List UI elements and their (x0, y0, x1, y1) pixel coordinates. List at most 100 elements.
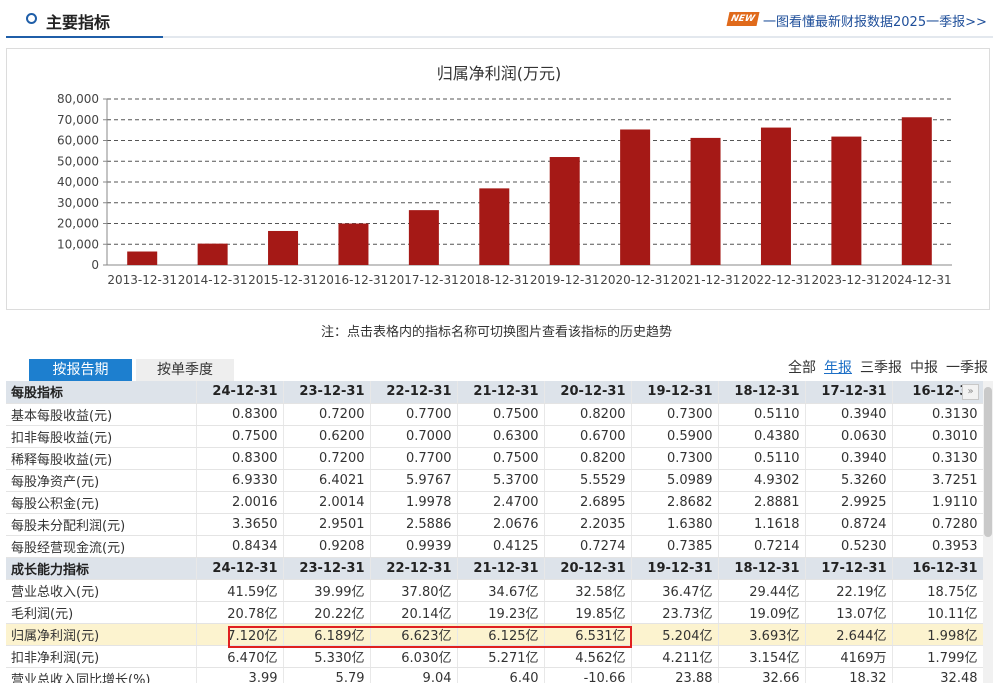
table-cell: 32.48 (892, 667, 984, 683)
table-cell: 2.2035 (544, 513, 632, 536)
table-cell: 3.3650 (196, 513, 284, 536)
indicator-name-link[interactable]: 营业总收入同比增长(%) (6, 667, 197, 683)
indicator-name-link[interactable]: 每股经营现金流(元) (6, 535, 197, 558)
table-cell: 5.3260 (805, 469, 893, 492)
y-tick-label: 20,000 (57, 217, 99, 231)
table-cell: 5.330亿 (283, 645, 371, 668)
table-cell: 2.0676 (457, 513, 545, 536)
y-tick-label: 60,000 (57, 134, 99, 148)
table-row: 每股净资产(元) 6.9330 6.4021 5.9767 5.3700 5.5529 5.… (6, 469, 984, 492)
report-summary-link[interactable]: 一图看懂最新财报数据2025一季报>> (763, 11, 987, 30)
table-cell: 0.8200 (544, 447, 632, 470)
bar (760, 127, 791, 265)
period-filter-item[interactable]: 年报 (824, 360, 852, 376)
indicator-name-link[interactable]: 毛利润(元) (6, 601, 197, 624)
indicator-name-link[interactable]: 扣非每股收益(元) (6, 425, 197, 448)
table-row: 每股未分配利润(元) 3.3650 2.9501 2.5886 2.0676 2.2035… (6, 513, 984, 536)
tab-by-single-quarter[interactable]: 按单季度 (136, 359, 234, 381)
table-cell: 29.44亿 (718, 579, 806, 602)
table-cell: 0.7500 (196, 425, 284, 448)
table-cell: 1.799亿 (892, 645, 984, 668)
chart-title: 归属净利润(万元) (437, 64, 562, 83)
vertical-scrollbar[interactable] (983, 381, 993, 683)
tab-by-report-period[interactable]: 按报告期 (29, 359, 132, 381)
column-header-date: 21-12-31 (457, 381, 545, 404)
table-cell: 4.9302 (718, 469, 806, 492)
table-cell: 0.4380 (718, 425, 806, 448)
x-tick-label: 2017-12-31 (389, 273, 459, 287)
column-header-date: 17-12-31 (805, 381, 893, 404)
table-cell: 0.3940 (805, 403, 893, 426)
indicator-name-link[interactable]: 基本每股收益(元) (6, 403, 197, 426)
table-cell: 0.6700 (544, 425, 632, 448)
period-filter-item[interactable]: 中报 (910, 360, 938, 376)
period-filter-item[interactable]: 一季报 (946, 360, 988, 376)
table-cell: 36.47亿 (631, 579, 719, 602)
indicator-name-link[interactable]: 稀释每股收益(元) (6, 447, 197, 470)
table-cell: 0.8434 (196, 535, 284, 558)
indicator-name-link[interactable]: 每股净资产(元) (6, 469, 197, 492)
table-cell: 0.8300 (196, 447, 284, 470)
x-tick-label: 2016-12-31 (319, 273, 389, 287)
table-cell: 5.9767 (370, 469, 458, 492)
scroll-right-button[interactable]: » (962, 384, 979, 400)
table-cell: 0.5900 (631, 425, 719, 448)
table-cell: 2.8881 (718, 491, 806, 514)
table-cell: 0.6300 (457, 425, 545, 448)
table-cell: 23.88 (631, 667, 719, 683)
table-cell: 6.623亿 (370, 623, 458, 646)
x-tick-label: 2022-12-31 (741, 273, 811, 287)
table-cell: 0.3940 (805, 447, 893, 470)
table-cell: 5.79 (283, 667, 371, 683)
bar (408, 210, 439, 265)
period-filter-item[interactable]: 三季报 (860, 360, 902, 376)
table-cell: 7.120亿 (196, 623, 284, 646)
table-cell: 19.85亿 (544, 601, 632, 624)
table-cell: 34.67亿 (457, 579, 545, 602)
table-cell: 6.030亿 (370, 645, 458, 668)
table-cell: 4169万 (805, 645, 893, 668)
table-cell: 1.1618 (718, 513, 806, 536)
section-title: 每股指标 (6, 381, 197, 404)
table-cell: 0.7280 (892, 513, 984, 536)
table-cell: 2.9925 (805, 491, 893, 514)
indicator-table: 每股指标 24-12-31 23-12-31 22-12-31 21-12-31 20-1… (6, 381, 984, 683)
table-cell: 2.4700 (457, 491, 545, 514)
column-header-date: 19-12-31 (631, 557, 719, 580)
indicator-name-link[interactable]: 每股未分配利润(元) (6, 513, 197, 536)
table-cell: 2.0014 (283, 491, 371, 514)
table-cell: 2.6895 (544, 491, 632, 514)
scrollbar-thumb[interactable] (984, 387, 992, 537)
table-cell: 6.4021 (283, 469, 371, 492)
table-cell: 20.14亿 (370, 601, 458, 624)
table-cell: 0.7200 (283, 447, 371, 470)
table-cell: 3.99 (196, 667, 284, 683)
table-cell: 5.204亿 (631, 623, 719, 646)
x-tick-label: 2021-12-31 (671, 273, 741, 287)
bar (620, 129, 651, 265)
indicator-name-link[interactable]: 扣非净利润(元) (6, 645, 197, 668)
table-cell: 0.7274 (544, 535, 632, 558)
table-row: 每股经营现金流(元) 0.8434 0.9208 0.9939 0.4125 0.7274… (6, 535, 984, 558)
column-header-date: 23-12-31 (283, 557, 371, 580)
chart-panel: 归属净利润(万元) 0 10,000 20,000 30,000 40,000 50,000… (6, 48, 990, 310)
period-filter-item[interactable]: 全部 (788, 360, 816, 376)
section-header: 主要指标 NEW 一图看懂最新财报数据2025一季报>> (6, 0, 993, 38)
x-tick-label: 2013-12-31 (107, 273, 177, 287)
section-header-row: 成长能力指标 24-12-31 23-12-31 22-12-31 21-12-31 20… (6, 557, 984, 580)
table-cell: 6.189亿 (283, 623, 371, 646)
indicator-name-link[interactable]: 归属净利润(元) (6, 623, 197, 646)
table-cell: 6.9330 (196, 469, 284, 492)
indicator-name-link[interactable]: 营业总收入(元) (6, 579, 197, 602)
indicator-name-link[interactable]: 每股公积金(元) (6, 491, 197, 514)
table-row: 毛利润(元) 20.78亿 20.22亿 20.14亿 19.23亿 19.85亿 23.7… (6, 601, 984, 624)
x-tick-label: 2014-12-31 (178, 273, 248, 287)
bar (127, 251, 158, 265)
table-cell: 0.9208 (283, 535, 371, 558)
table-cell: 0.7300 (631, 403, 719, 426)
table-cell: 0.5230 (805, 535, 893, 558)
y-tick-label: 10,000 (57, 237, 99, 251)
table-row: 营业总收入同比增长(%) 3.99 5.79 9.04 6.40 -10.66 23.88 3… (6, 667, 984, 683)
column-header-date: 24-12-31 (196, 381, 284, 404)
circle-bullet-icon (26, 13, 37, 24)
